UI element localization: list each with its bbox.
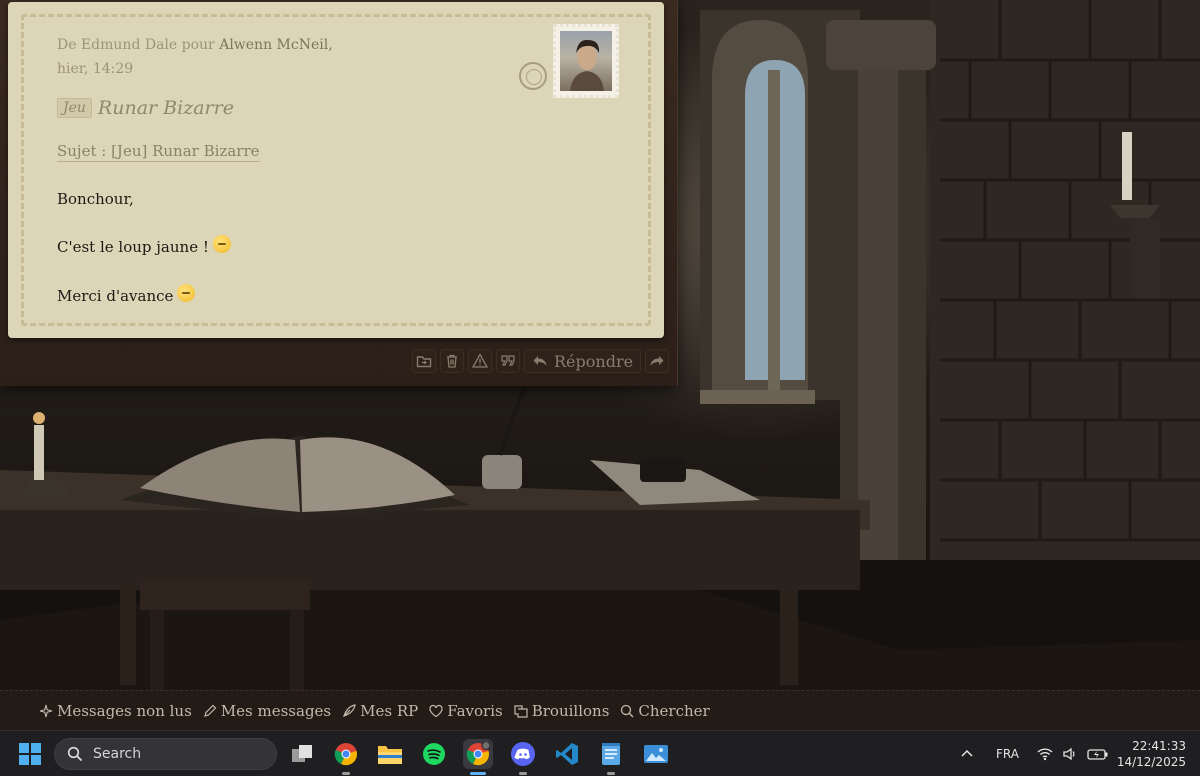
letter-title: Runar Bizarre — [97, 97, 234, 119]
letter-actions: Répondre — [412, 349, 670, 373]
nav-label: Mes RP — [360, 701, 419, 720]
nav-label: Mes messages — [220, 701, 332, 720]
clock-time: 22:41:33 — [1132, 739, 1186, 753]
chrome-app[interactable] — [331, 739, 361, 775]
nav-unread-messages[interactable]: Messages non lus — [38, 702, 192, 720]
nav-my-rp[interactable]: Mes RP — [341, 702, 418, 720]
sparkle-icon — [39, 704, 53, 717]
body-line-1: Bonchour, — [57, 190, 134, 208]
folder-icon — [378, 746, 402, 764]
search-icon — [67, 746, 83, 762]
vscode-app[interactable] — [552, 739, 582, 769]
vscode-icon — [556, 743, 578, 765]
language-label: FRA — [996, 747, 1019, 761]
chrome-icon — [334, 743, 357, 766]
reply-icon — [533, 356, 547, 366]
avatar — [560, 31, 612, 91]
chrome-profile-icon — [466, 742, 490, 766]
windows-start-icon[interactable] — [18, 742, 42, 766]
trash-icon — [447, 354, 457, 368]
system-tray-icons[interactable] — [1037, 731, 1109, 776]
subject-link[interactable]: Sujet : [Jeu] Runar Bizarre — [57, 142, 260, 162]
category-tag: Jeu — [57, 98, 92, 118]
postmark-icon — [519, 62, 547, 90]
nav-label: Chercher — [638, 701, 710, 720]
nav-my-messages[interactable]: Mes messages — [202, 702, 331, 720]
language-indicator[interactable]: FRA — [996, 731, 1019, 776]
forward-button[interactable] — [645, 349, 670, 373]
delete-button[interactable] — [440, 349, 464, 373]
search-icon — [621, 704, 634, 717]
thanks-text: Merci d'avance — [57, 287, 174, 305]
warning-icon — [472, 353, 488, 368]
running-indicator — [470, 772, 486, 775]
volume-icon — [1063, 747, 1075, 761]
nav-drafts[interactable]: Brouillons — [513, 701, 610, 720]
report-button[interactable] — [468, 349, 492, 373]
quote-button[interactable] — [496, 349, 520, 373]
letter-card: De Edmund Dale pour Alwenn McNeil, hier,… — [8, 2, 664, 338]
reply-label: Répondre — [554, 351, 634, 371]
notepad-app[interactable] — [596, 739, 626, 775]
nav-label: Brouillons — [531, 701, 610, 720]
greeting-text: Bonchour, — [57, 190, 134, 208]
task-view-icon — [292, 745, 312, 762]
chevron-up-icon — [961, 749, 973, 757]
recipient-link[interactable]: Alwenn McNeil, — [219, 37, 332, 53]
running-indicator — [342, 772, 350, 775]
heart-icon — [429, 704, 443, 717]
clock-date: 14/12/2025 — [1116, 755, 1186, 769]
smile-emoji-icon — [212, 235, 231, 253]
letter-title-row: Jeu Runar Bizarre — [57, 97, 234, 119]
file-explorer-app[interactable] — [375, 739, 405, 769]
blush-emoji-icon — [177, 284, 196, 302]
chrome-profile-app[interactable] — [463, 739, 493, 775]
letter-meta: De Edmund Dale pour Alwenn McNeil, hier,… — [57, 33, 333, 81]
forward-icon — [650, 356, 664, 366]
taskbar-search[interactable]: Search — [54, 738, 277, 770]
body-line-3: Merci d'avance — [57, 284, 196, 305]
spotify-icon — [423, 743, 445, 765]
taskbar-clock[interactable]: 22:41:33 14/12/2025 — [1117, 738, 1186, 770]
nav-favorites[interactable]: Favoris — [428, 702, 503, 720]
running-indicator — [519, 772, 527, 775]
pen-icon — [203, 704, 217, 717]
message-text: C'est le loup jaune ! — [57, 238, 209, 256]
body-line-2: C'est le loup jaune ! — [57, 235, 231, 256]
notepad-icon — [602, 743, 620, 765]
quote-icon — [501, 355, 515, 366]
discord-app[interactable] — [508, 739, 538, 775]
running-indicator — [607, 772, 615, 775]
nav-label: Favoris — [447, 701, 503, 720]
task-view-button[interactable] — [287, 739, 317, 769]
letter-frame: De Edmund Dale pour Alwenn McNeil, hier,… — [0, 0, 678, 386]
avatar-stamp[interactable] — [553, 24, 619, 98]
wifi-icon — [1037, 748, 1053, 761]
reply-button[interactable]: Répondre — [524, 349, 642, 373]
photos-app[interactable] — [641, 739, 671, 769]
move-button[interactable] — [412, 349, 436, 373]
battery-charging-icon — [1087, 749, 1108, 760]
sender-line: De Edmund Dale pour — [57, 37, 220, 53]
portrait-icon — [570, 39, 604, 91]
tray-overflow-button[interactable] — [960, 731, 974, 776]
windows-taskbar: Search FRA 22:41:33 14/12/2025 — [0, 730, 1200, 776]
search-placeholder: Search — [93, 746, 142, 762]
discord-icon — [511, 742, 535, 766]
photos-icon — [644, 745, 668, 763]
nav-label: Messages non lus — [57, 701, 192, 720]
folder-move-icon — [416, 356, 432, 368]
nav-search[interactable]: Chercher — [619, 701, 710, 720]
letter-date: hier, 14:29 — [57, 61, 134, 77]
feather-icon — [343, 703, 356, 717]
forum-nav: Messages non lus Mes messages Mes RP Fav… — [0, 690, 1200, 730]
drafts-icon — [514, 704, 528, 718]
spotify-app[interactable] — [419, 739, 449, 769]
